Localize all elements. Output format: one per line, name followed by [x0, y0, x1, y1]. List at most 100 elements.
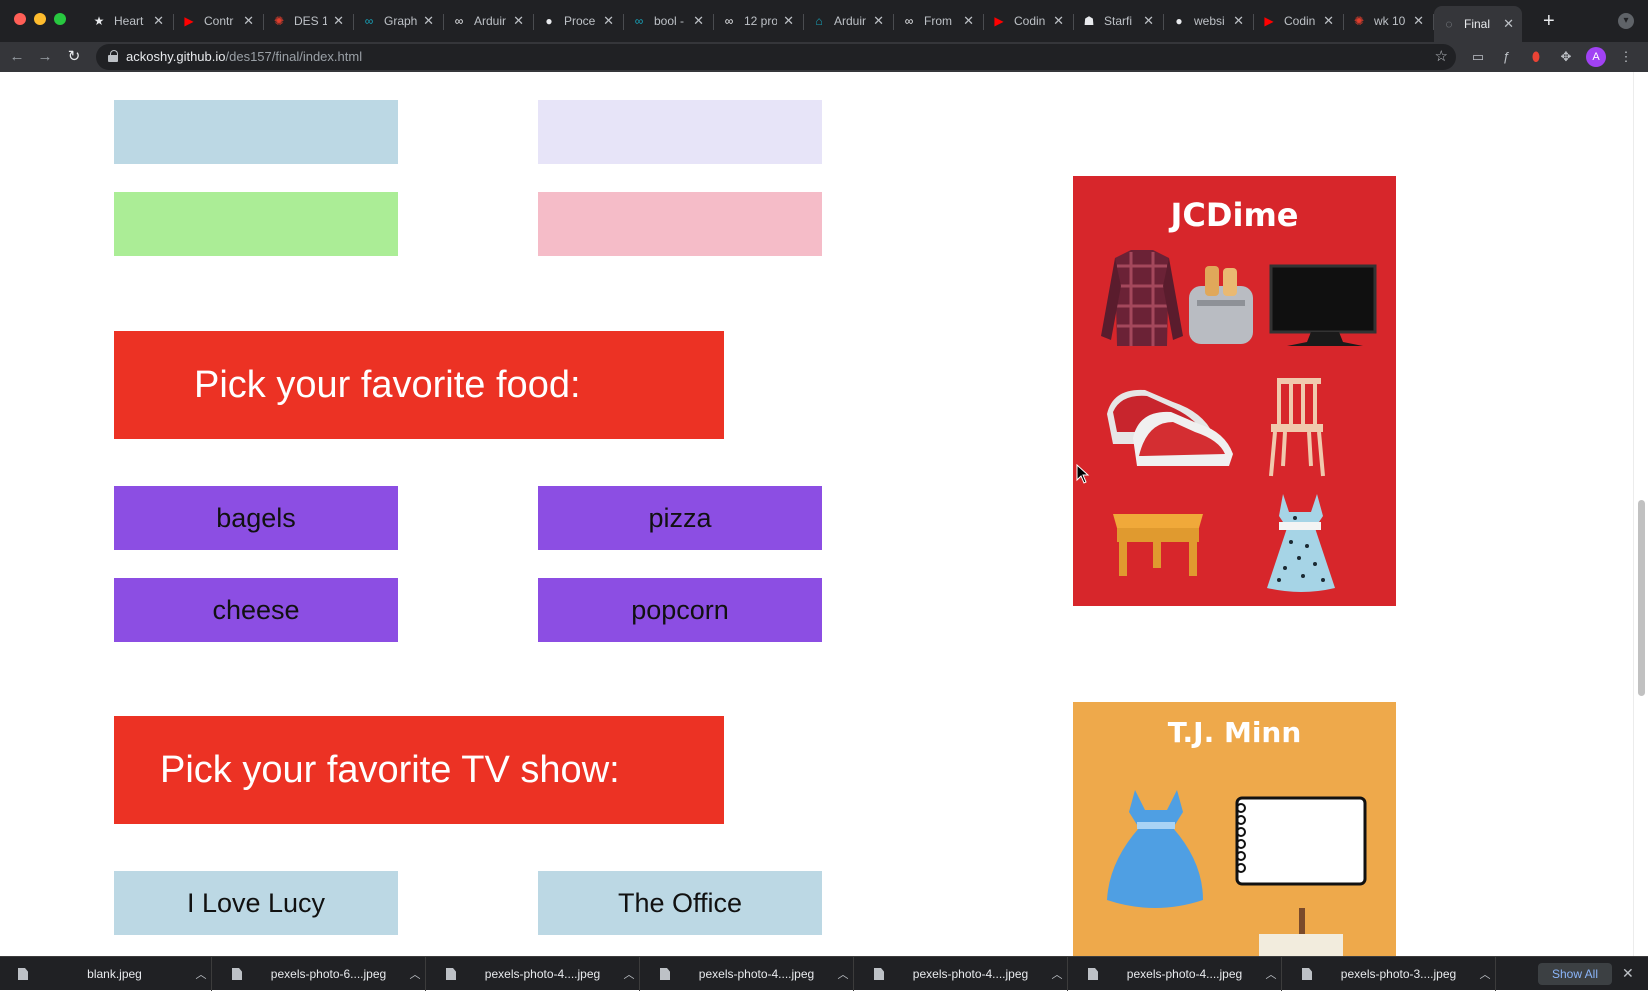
profile-avatar[interactable]: A [1586, 47, 1606, 67]
chevron-up-icon[interactable]: ︿ [405, 966, 425, 982]
food-option-2[interactable]: cheese [114, 578, 398, 642]
close-download-shelf-icon[interactable]: ✕ [1622, 965, 1634, 982]
close-tab-icon[interactable]: ✕ [783, 13, 794, 29]
url-host: ackoshy.github.io [126, 49, 226, 64]
minimize-window-button[interactable] [34, 13, 46, 25]
show-all-downloads-button[interactable]: Show All [1538, 963, 1612, 985]
close-tab-icon[interactable]: ✕ [873, 13, 884, 29]
download-item[interactable]: pexels-photo-4....jpeg ︿ [1070, 957, 1282, 991]
maximize-window-button[interactable] [54, 13, 66, 25]
tab-title: Arduir [474, 14, 507, 28]
tab-8[interactable]: ⌂ Arduir ✕ [804, 6, 892, 36]
chevron-up-icon[interactable]: ︿ [833, 966, 853, 982]
page-scrollbar[interactable] [1633, 72, 1648, 956]
reload-icon[interactable]: ↻ [63, 46, 85, 68]
close-tab-icon[interactable]: ✕ [243, 13, 254, 29]
tv-option-1[interactable]: The Office [538, 871, 822, 935]
tab-title: Graph [384, 14, 418, 28]
tab-4[interactable]: ∞ Arduir ✕ [444, 6, 532, 36]
url-text[interactable]: ackoshy.github.io/des157/final/index.htm… [126, 49, 362, 64]
address-bar[interactable]: ackoshy.github.io/des157/final/index.htm… [96, 44, 1456, 70]
back-icon[interactable]: ← [6, 46, 28, 68]
close-tab-icon[interactable]: ✕ [1413, 13, 1424, 29]
new-tab-button[interactable]: + [1543, 10, 1555, 32]
tab-9[interactable]: ∞ From ✕ [894, 6, 982, 36]
close-tab-icon[interactable]: ✕ [423, 13, 434, 29]
download-item[interactable]: pexels-photo-4....jpeg ︿ [642, 957, 854, 991]
download-item[interactable]: blank.jpeg ︿ [0, 957, 212, 991]
function-extension-icon[interactable]: ƒ [1496, 47, 1516, 67]
scrollbar-thumb[interactable] [1638, 500, 1645, 696]
tab-1[interactable]: ▶ Contr ✕ [174, 6, 262, 36]
youtube-icon: ▶ [994, 14, 1004, 28]
infinity-icon: ∞ [904, 14, 914, 28]
tab-title: DES 1 [294, 14, 328, 28]
tab-3[interactable]: ∞ Graph ✕ [354, 6, 442, 36]
shield-extension-icon[interactable]: ⬮ [1526, 47, 1546, 67]
close-window-button[interactable] [14, 13, 26, 25]
close-tab-icon[interactable]: ✕ [1323, 13, 1334, 29]
puzzle-extensions-icon[interactable]: ✥ [1556, 47, 1576, 67]
cast-icon[interactable]: ▭ [1468, 47, 1488, 67]
chevron-up-icon[interactable]: ︿ [1047, 966, 1067, 982]
tab-0[interactable]: ★ Heart ✕ [84, 6, 172, 36]
tab-6[interactable]: ∞ bool - ✕ [624, 6, 712, 36]
chevron-up-icon[interactable]: ︿ [1475, 966, 1495, 982]
close-tab-icon[interactable]: ✕ [963, 13, 974, 29]
tab-search-icon[interactable]: ▾ [1618, 13, 1634, 29]
youtube-icon: ▶ [1264, 14, 1274, 28]
jcdime-ad[interactable]: JCDime [1073, 176, 1396, 606]
close-tab-icon[interactable]: ✕ [1053, 13, 1064, 29]
arduino-icon: ∞ [364, 14, 374, 28]
infinity-icon: ∞ [454, 14, 464, 28]
github-icon: ● [1175, 14, 1183, 28]
food-option-0[interactable]: bagels [114, 486, 398, 550]
tab-title: 12 pro [744, 14, 778, 28]
download-item[interactable]: pexels-photo-3....jpeg ︿ [1284, 957, 1496, 991]
download-item[interactable]: pexels-photo-6....jpeg ︿ [214, 957, 426, 991]
close-tab-icon[interactable]: ✕ [1503, 16, 1514, 32]
tab-7[interactable]: ∞ 12 pro ✕ [714, 6, 802, 36]
notebook-icon [1235, 796, 1367, 886]
chevron-up-icon[interactable]: ︿ [1261, 966, 1281, 982]
close-tab-icon[interactable]: ✕ [1143, 13, 1154, 29]
download-item[interactable]: pexels-photo-4....jpeg ︿ [856, 957, 1068, 991]
food-option-3[interactable]: popcorn [538, 578, 822, 642]
file-icon [18, 968, 28, 980]
color-option-0[interactable] [114, 100, 398, 164]
polka-dot-dress-icon [1267, 494, 1335, 592]
color-option-2[interactable] [114, 192, 398, 256]
tab-15[interactable]: ◌ Final ✕ [1434, 6, 1522, 42]
jcdime-product-art [1101, 250, 1377, 592]
download-item[interactable]: pexels-photo-4....jpeg ︿ [428, 957, 640, 991]
lock-icon[interactable] [108, 50, 118, 62]
file-icon [1088, 968, 1098, 980]
tab-11[interactable]: ☗ Starfi ✕ [1074, 6, 1162, 36]
tv-option-0[interactable]: I Love Lucy [114, 871, 398, 935]
close-tab-icon[interactable]: ✕ [603, 13, 614, 29]
close-tab-icon[interactable]: ✕ [153, 13, 164, 29]
forward-icon[interactable]: → [34, 46, 56, 68]
food-option-1[interactable]: pizza [538, 486, 822, 550]
color-option-1[interactable] [538, 100, 822, 164]
close-tab-icon[interactable]: ✕ [1233, 13, 1244, 29]
tab-title: Heart [114, 14, 144, 28]
tab-13[interactable]: ▶ Codin ✕ [1254, 6, 1342, 36]
bookmark-star-icon[interactable]: ☆ [1435, 47, 1448, 65]
more-menu-icon[interactable]: ⋮ [1616, 47, 1636, 67]
tab-title: Codin [1284, 14, 1316, 28]
color-option-3[interactable] [538, 192, 822, 256]
canvas-icon: ✺ [273, 14, 285, 28]
tab-2[interactable]: ✺ DES 1 ✕ [264, 6, 352, 36]
close-tab-icon[interactable]: ✕ [333, 13, 344, 29]
tab-12[interactable]: ● websi ✕ [1164, 6, 1252, 36]
chevron-up-icon[interactable]: ︿ [619, 966, 639, 982]
option-label: cheese [212, 594, 300, 625]
tab-10[interactable]: ▶ Codin ✕ [984, 6, 1072, 36]
close-tab-icon[interactable]: ✕ [513, 13, 524, 29]
close-tab-icon[interactable]: ✕ [693, 13, 704, 29]
chevron-up-icon[interactable]: ︿ [191, 966, 211, 982]
tjminn-ad[interactable]: T.J. Minn [1073, 702, 1396, 956]
tab-5[interactable]: ● Proce ✕ [534, 6, 622, 36]
tab-14[interactable]: ✺ wk 10 ✕ [1344, 6, 1432, 36]
